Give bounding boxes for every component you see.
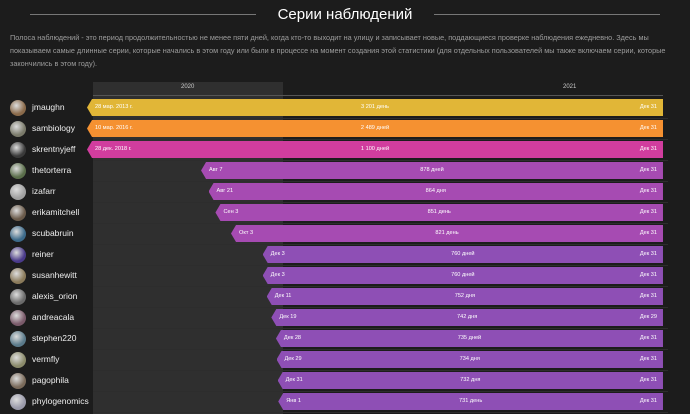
streak-row: izafarr Авг 21 864 дня Дек 31	[0, 182, 690, 203]
streak-length: 864 дня	[425, 188, 446, 194]
streak-length: 2 489 дней	[360, 125, 390, 131]
username-link[interactable]: stephen220	[32, 333, 76, 343]
avatar[interactable]	[10, 310, 26, 326]
streak-bar[interactable]: Янв 1 731 день Дек 31	[278, 393, 663, 410]
streak-length: 760 дней	[451, 251, 475, 257]
streak-row: thetorterra Авг 7 878 дней Дек 31	[0, 161, 690, 182]
avatar[interactable]	[10, 163, 26, 179]
streak-bar[interactable]: 10 мар. 2016 г. 2 489 дней Дек 31	[87, 120, 663, 137]
year-label-2021: 2021	[563, 84, 577, 90]
streak-length: 731 день	[458, 398, 483, 404]
avatar[interactable]	[10, 394, 26, 410]
streak-row: stephen220 Дек 28 735 дней Дек 31	[0, 329, 690, 350]
username-link[interactable]: alexis_orion	[32, 291, 77, 301]
avatar[interactable]	[10, 121, 26, 137]
avatar[interactable]	[10, 142, 26, 158]
streak-row: erikamitchell Сен 3 851 день Дек 31	[0, 203, 690, 224]
streak-length: 1 100 дней	[360, 146, 390, 152]
username-link[interactable]: thetorterra	[32, 165, 71, 175]
streak-length: 3 201 день	[361, 104, 389, 110]
streak-end-date: Дек 31	[639, 293, 657, 299]
avatar[interactable]	[10, 100, 26, 116]
streak-end-date: Дек 31	[639, 377, 657, 383]
username-link[interactable]: scubabruin	[32, 228, 74, 238]
avatar[interactable]	[10, 247, 26, 263]
streak-end-date: Дек 31	[639, 398, 657, 404]
streak-bar[interactable]: Окт 3 821 день Дек 31	[231, 225, 663, 242]
streak-end-date: Дек 31	[639, 167, 657, 173]
streak-end-date: Дек 31	[639, 356, 657, 362]
title-rule-right	[434, 14, 660, 15]
streak-bar[interactable]: 28 мар. 2013 г. 3 201 день Дек 31	[87, 99, 663, 116]
username-link[interactable]: vermfly	[32, 354, 59, 364]
streak-end-date: Дек 31	[639, 230, 657, 236]
avatar[interactable]	[10, 289, 26, 305]
avatar[interactable]	[10, 184, 26, 200]
streak-bar[interactable]: Дек 29 734 дня Дек 31	[276, 351, 663, 368]
avatar[interactable]	[10, 226, 26, 242]
streak-row: reiner Дек 3 760 дней Дек 31	[0, 245, 690, 266]
username-link[interactable]: andreacala	[32, 312, 74, 322]
streak-bar[interactable]: Дек 31 732 дня Дек 31	[277, 372, 663, 389]
avatar[interactable]	[10, 331, 26, 347]
streak-bar[interactable]: Дек 3 760 дней Дек 31	[262, 267, 663, 284]
streak-bar[interactable]: Дек 3 760 дней Дек 31	[262, 246, 663, 263]
streak-bar[interactable]: Дек 11 752 дня Дек 31	[266, 288, 663, 305]
streak-bar[interactable]: Сен 3 851 день Дек 31	[215, 204, 663, 221]
streak-row: vermfly Дек 29 734 дня Дек 31	[0, 350, 690, 371]
streak-row: skrentnyjeff 28 дек. 2018 г. 1 100 дней Дек…	[0, 140, 690, 161]
username-link[interactable]: jmaughn	[32, 102, 65, 112]
streak-end-date: Дек 31	[639, 104, 657, 110]
row-divider	[93, 412, 668, 413]
streak-bar[interactable]: Авг 7 878 дней Дек 31	[201, 162, 663, 179]
username-link[interactable]: reiner	[32, 249, 54, 259]
streak-end-date: Дек 31	[639, 125, 657, 131]
streak-end-date: Дек 31	[639, 272, 657, 278]
username-link[interactable]: susanhewitt	[32, 270, 77, 280]
avatar[interactable]	[10, 352, 26, 368]
username-link[interactable]: pagophila	[32, 375, 69, 385]
streak-length: 878 дней	[420, 167, 444, 173]
streak-end-date: Дек 31	[639, 251, 657, 257]
streak-end-date: Дек 31	[639, 146, 657, 152]
streak-row: phylogenomics Янв 1 731 день Дек 31	[0, 392, 690, 413]
streak-length: 821 день	[435, 230, 459, 236]
streak-length: 760 дней	[451, 272, 475, 278]
username-link[interactable]: erikamitchell	[32, 207, 79, 217]
streak-row: scubabruin Окт 3 821 день Дек 31	[0, 224, 690, 245]
streak-row: jmaughn 28 мар. 2013 г. 3 201 день Дек 31	[0, 98, 690, 119]
username-link[interactable]: skrentnyjeff	[32, 144, 75, 154]
streak-end-date: Дек 31	[639, 335, 657, 341]
streak-length: 752 дня	[454, 293, 475, 299]
streak-length: 742 дня	[457, 314, 478, 320]
username-link[interactable]: izafarr	[32, 186, 56, 196]
username-link[interactable]: sambiology	[32, 123, 75, 133]
streak-length: 734 дня	[459, 356, 480, 362]
streak-length: 732 дня	[460, 377, 481, 383]
streak-timeline: 2020 2021 jmaughn 28 мар. 2013 г. 3 201 де…	[0, 74, 690, 414]
streak-end-date: Дек 29	[639, 314, 657, 320]
streak-bar[interactable]: Авг 21 864 дня Дек 31	[208, 183, 663, 200]
streak-length: 851 день	[427, 209, 451, 215]
streak-row: pagophila Дек 31 732 дня Дек 31	[0, 371, 690, 392]
avatar[interactable]	[10, 268, 26, 284]
timeline-axis	[93, 95, 663, 96]
streak-bar[interactable]: 28 дек. 2018 г. 1 100 дней Дек 31	[87, 141, 663, 158]
year-label-2020: 2020	[181, 84, 195, 90]
avatar[interactable]	[10, 373, 26, 389]
streak-bar[interactable]: Дек 28 735 дней Дек 31	[275, 330, 663, 347]
streak-row: andreacala Дек 19 742 дня Дек 29	[0, 308, 690, 329]
streak-row: susanhewitt Дек 3 760 дней Дек 31	[0, 266, 690, 287]
streak-length: 735 дней	[457, 335, 482, 341]
avatar[interactable]	[10, 205, 26, 221]
streak-bar[interactable]: Дек 19 742 дня Дек 29	[271, 309, 663, 326]
streak-row: sambiology 10 мар. 2016 г. 2 489 дней Дек 3…	[0, 119, 690, 140]
streak-end-date: Дек 31	[639, 188, 657, 194]
header: Серии наблюдений Полоса наблюдений - это…	[0, 0, 690, 68]
username-link[interactable]: phylogenomics	[32, 396, 89, 406]
streak-end-date: Дек 31	[639, 209, 657, 215]
description: Полоса наблюдений - это период продолжит…	[10, 33, 666, 68]
streak-row: alexis_orion Дек 11 752 дня Дек 31	[0, 287, 690, 308]
